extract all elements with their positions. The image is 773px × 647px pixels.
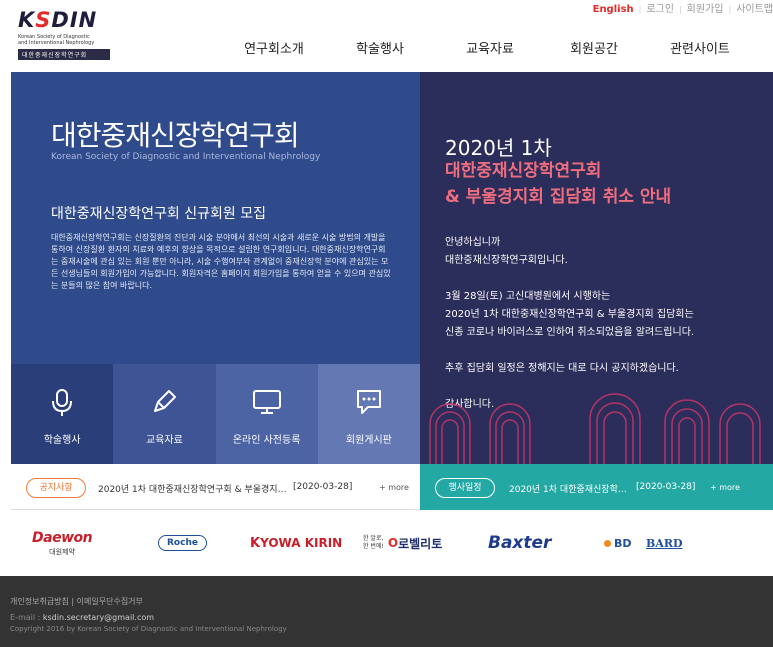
notice-title-line3: & 부울경지회 집담회 취소 안내 — [445, 187, 672, 207]
bd-logo-icon — [604, 539, 611, 547]
notice-body-line: 신종 코로나 바이러스로 인하여 취소되었음을 알려드립니다. — [445, 327, 695, 338]
sponsor-roche[interactable]: Roche — [158, 510, 207, 576]
sponsor-kyowa-name: YOWA KIRIN — [260, 536, 343, 550]
utility-nav: English | 로그인 | 회원가입 | 사이트맵 — [593, 0, 773, 15]
notice-title-line2: 대한중재신장학연구회 — [445, 161, 602, 181]
notice-body-line — [445, 270, 765, 288]
join-link[interactable]: 회원가입 — [687, 0, 724, 15]
sponsor-logos: Daewon 대원제약 Roche K YOWA KIRIN 한 알로, 한 번에… — [0, 510, 773, 576]
nav-item-about[interactable]: 연구회소개 — [230, 38, 318, 57]
notice-body-line: 3월 28일(토) 고신대병원에서 시행하는 — [445, 291, 611, 302]
intro-panel: 대한중재신장학연구회 Korean Society of Diagnostic … — [11, 72, 420, 464]
notice-date: [2020-03-28] — [293, 482, 353, 492]
quick-menu-board[interactable]: 회원게시판 — [317, 364, 420, 464]
login-link[interactable]: 로그인 — [646, 0, 674, 15]
event-link[interactable]: 2020년 1차 대한중재신장학연구회 & 부울경지회 집담회 — [509, 482, 629, 495]
logo-mark: KSDIN — [18, 8, 98, 32]
recruit-heading: 대한중재신장학연구회 신규회원 모집 — [51, 206, 266, 222]
quick-menu-label: 회원게시판 — [345, 435, 392, 446]
notice-more-link[interactable]: + more — [379, 483, 409, 492]
arches-decoration — [429, 393, 761, 464]
notice-body-line: 대한중재신장학연구회입니다. — [445, 255, 568, 266]
quick-menu-label: 학술행사 — [43, 435, 81, 446]
event-badge[interactable]: 행사일정 — [435, 478, 495, 498]
footer-email: E-mail : ksdin.secretary@gmail.com — [10, 613, 155, 622]
footer: 개인정보취급방침 | 이메일무단수집거부 E-mail : ksdin.secr… — [0, 576, 773, 647]
sponsor-orobel-name: 로벨리토 — [398, 536, 443, 551]
recruit-description: 대한중재신장학연구회는 신장질환의 진단과 시술 분야에서 최선의 시술과 새로… — [51, 233, 391, 290]
page-subtitle: Korean Society of Diagnostic and Interve… — [51, 152, 321, 162]
nav-item-education[interactable]: 교육자료 — [440, 38, 540, 57]
nav-item-related-sites[interactable]: 관련사이트 — [650, 38, 750, 57]
header: KSDIN Korean Society of Diagnostic and I… — [0, 0, 773, 72]
notice-body-line: 추후 집담회 일정은 정해지는 대로 다시 공지하겠습니다. — [445, 363, 679, 374]
quick-menu: 학술행사 교육자료 온라인 사전등록 회원게시판 — [11, 364, 420, 464]
sponsor-orobel-o: O — [387, 536, 399, 550]
quick-menu-preregistration[interactable]: 온라인 사전등록 — [215, 364, 318, 464]
sponsor-bard[interactable]: BARD — [646, 510, 683, 576]
sponsor-bd[interactable]: BD — [604, 510, 632, 576]
microphone-icon — [52, 389, 73, 416]
quick-menu-events[interactable]: 학술행사 — [11, 364, 114, 464]
notice-body-line — [445, 342, 765, 360]
chat-bubble-icon — [356, 390, 381, 414]
notice-body-line: 안녕하십니까 — [445, 237, 501, 248]
sponsor-baxter[interactable]: Baxter — [488, 510, 551, 576]
quick-menu-label: 온라인 사전등록 — [232, 435, 301, 446]
event-date: [2020-03-28] — [636, 482, 696, 492]
notice-bar: 공지사항 2020년 1차 대한중재신장학연구회 & 부울경지회 집담회 취소 … — [11, 464, 420, 510]
sponsor-kyowa-k: K — [250, 535, 261, 551]
monitor-icon — [252, 390, 281, 414]
page-title: 대한중재신장학연구회 — [51, 119, 300, 152]
footer-copyright: Copyright 2016 by Korean Society of Diag… — [10, 625, 287, 633]
sitemap-link[interactable]: 사이트맵 — [736, 0, 773, 15]
nav-item-members[interactable]: 회원공간 — [544, 38, 644, 57]
logo-korean-name: 대한중재신장학연구회 — [18, 49, 110, 60]
main-nav: 연구회소개 학술행사 교육자료 회원공간 관련사이트 — [230, 38, 770, 57]
nav-item-events[interactable]: 학술행사 — [324, 38, 436, 57]
separator: | — [638, 5, 642, 14]
notice-body-line: 2020년 1차 대한중재신장학연구회 & 부울경지회 집담회는 — [445, 309, 694, 320]
quick-menu-label: 교육자료 — [145, 435, 183, 446]
logo-english-name: Korean Society of Diagnostic and Interve… — [18, 34, 95, 46]
english-link[interactable]: English — [593, 4, 634, 15]
sponsor-orobel[interactable]: 한 알로, 한 번에! O 로벨리토 — [363, 510, 442, 576]
quick-menu-education[interactable]: 교육자료 — [113, 364, 216, 464]
sponsor-kyowa-kirin[interactable]: K YOWA KIRIN — [250, 510, 342, 576]
sponsor-daewon-korean: 대원제약 — [49, 547, 75, 556]
sponsor-orobel-slogan: 한 알로, 한 번에! — [363, 535, 384, 550]
sponsor-roche-name: Roche — [158, 535, 207, 551]
site-logo[interactable]: KSDIN Korean Society of Diagnostic and I… — [18, 8, 128, 60]
sponsor-bd-name: BD — [614, 536, 632, 550]
notice-panel[interactable]: 2020년 1차 대한중재신장학연구회 & 부울경지회 집담회 취소 안내 안녕… — [420, 72, 773, 464]
footer-links[interactable]: 개인정보취급방침 | 이메일무단수집거부 — [10, 596, 143, 607]
event-more-link[interactable]: + more — [710, 483, 740, 492]
notice-badge[interactable]: 공지사항 — [26, 478, 86, 498]
sponsor-daewon[interactable]: Daewon 대원제약 — [32, 510, 93, 576]
pen-icon — [154, 390, 177, 412]
sponsor-daewon-name: Daewon — [32, 529, 93, 546]
footer-email-address[interactable]: ksdin.secretary@gmail.com — [43, 613, 154, 622]
notice-link[interactable]: 2020년 1차 대한중재신장학연구회 & 부울경지회 집담회 취소 안내 — [98, 482, 288, 495]
separator: | — [728, 5, 732, 14]
event-bar: 행사일정 2020년 1차 대한중재신장학연구회 & 부울경지회 집담회 [20… — [420, 464, 773, 510]
separator: | — [678, 5, 682, 14]
